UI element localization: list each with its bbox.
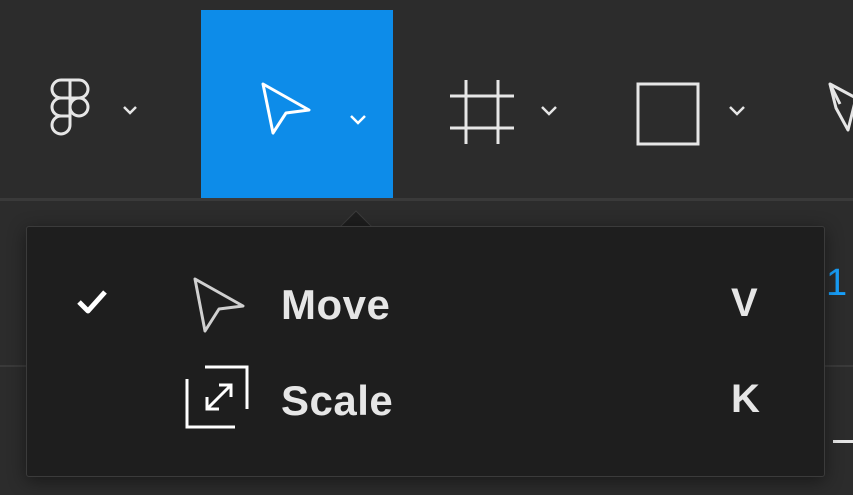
move-cursor-icon xyxy=(193,277,245,333)
chevron-down-icon xyxy=(123,106,137,115)
menu-item-label: Move xyxy=(281,281,391,328)
move-tool-button[interactable] xyxy=(201,10,393,198)
checkmark-icon xyxy=(77,290,107,314)
pen-icon xyxy=(828,82,853,132)
move-cursor-icon xyxy=(261,82,311,135)
chevron-down-icon xyxy=(541,106,557,116)
chevron-down-icon xyxy=(729,106,745,116)
window-top-edge xyxy=(0,0,853,10)
move-tools-dropdown: Move V Scale K xyxy=(26,226,825,477)
menu-item-move[interactable]: Move V xyxy=(27,261,824,345)
dropdown-caret xyxy=(338,210,374,228)
background-value: 1 xyxy=(826,262,848,304)
menu-item-label: Scale xyxy=(281,377,394,424)
frame-tool-button[interactable] xyxy=(430,10,590,198)
rectangle-icon xyxy=(636,82,700,146)
background-line xyxy=(833,440,853,443)
menu-item-scale[interactable]: Scale K xyxy=(27,357,824,441)
scale-icon xyxy=(185,365,249,429)
figma-logo-icon xyxy=(50,78,90,136)
figma-menu-button[interactable] xyxy=(30,10,170,198)
menu-item-shortcut: V xyxy=(731,281,758,325)
menu-item-shortcut: K xyxy=(731,377,760,421)
pen-tool-button[interactable] xyxy=(800,10,853,198)
frame-hash-icon xyxy=(450,80,514,144)
chevron-down-icon xyxy=(350,115,366,125)
shape-tool-button[interactable] xyxy=(620,10,770,198)
